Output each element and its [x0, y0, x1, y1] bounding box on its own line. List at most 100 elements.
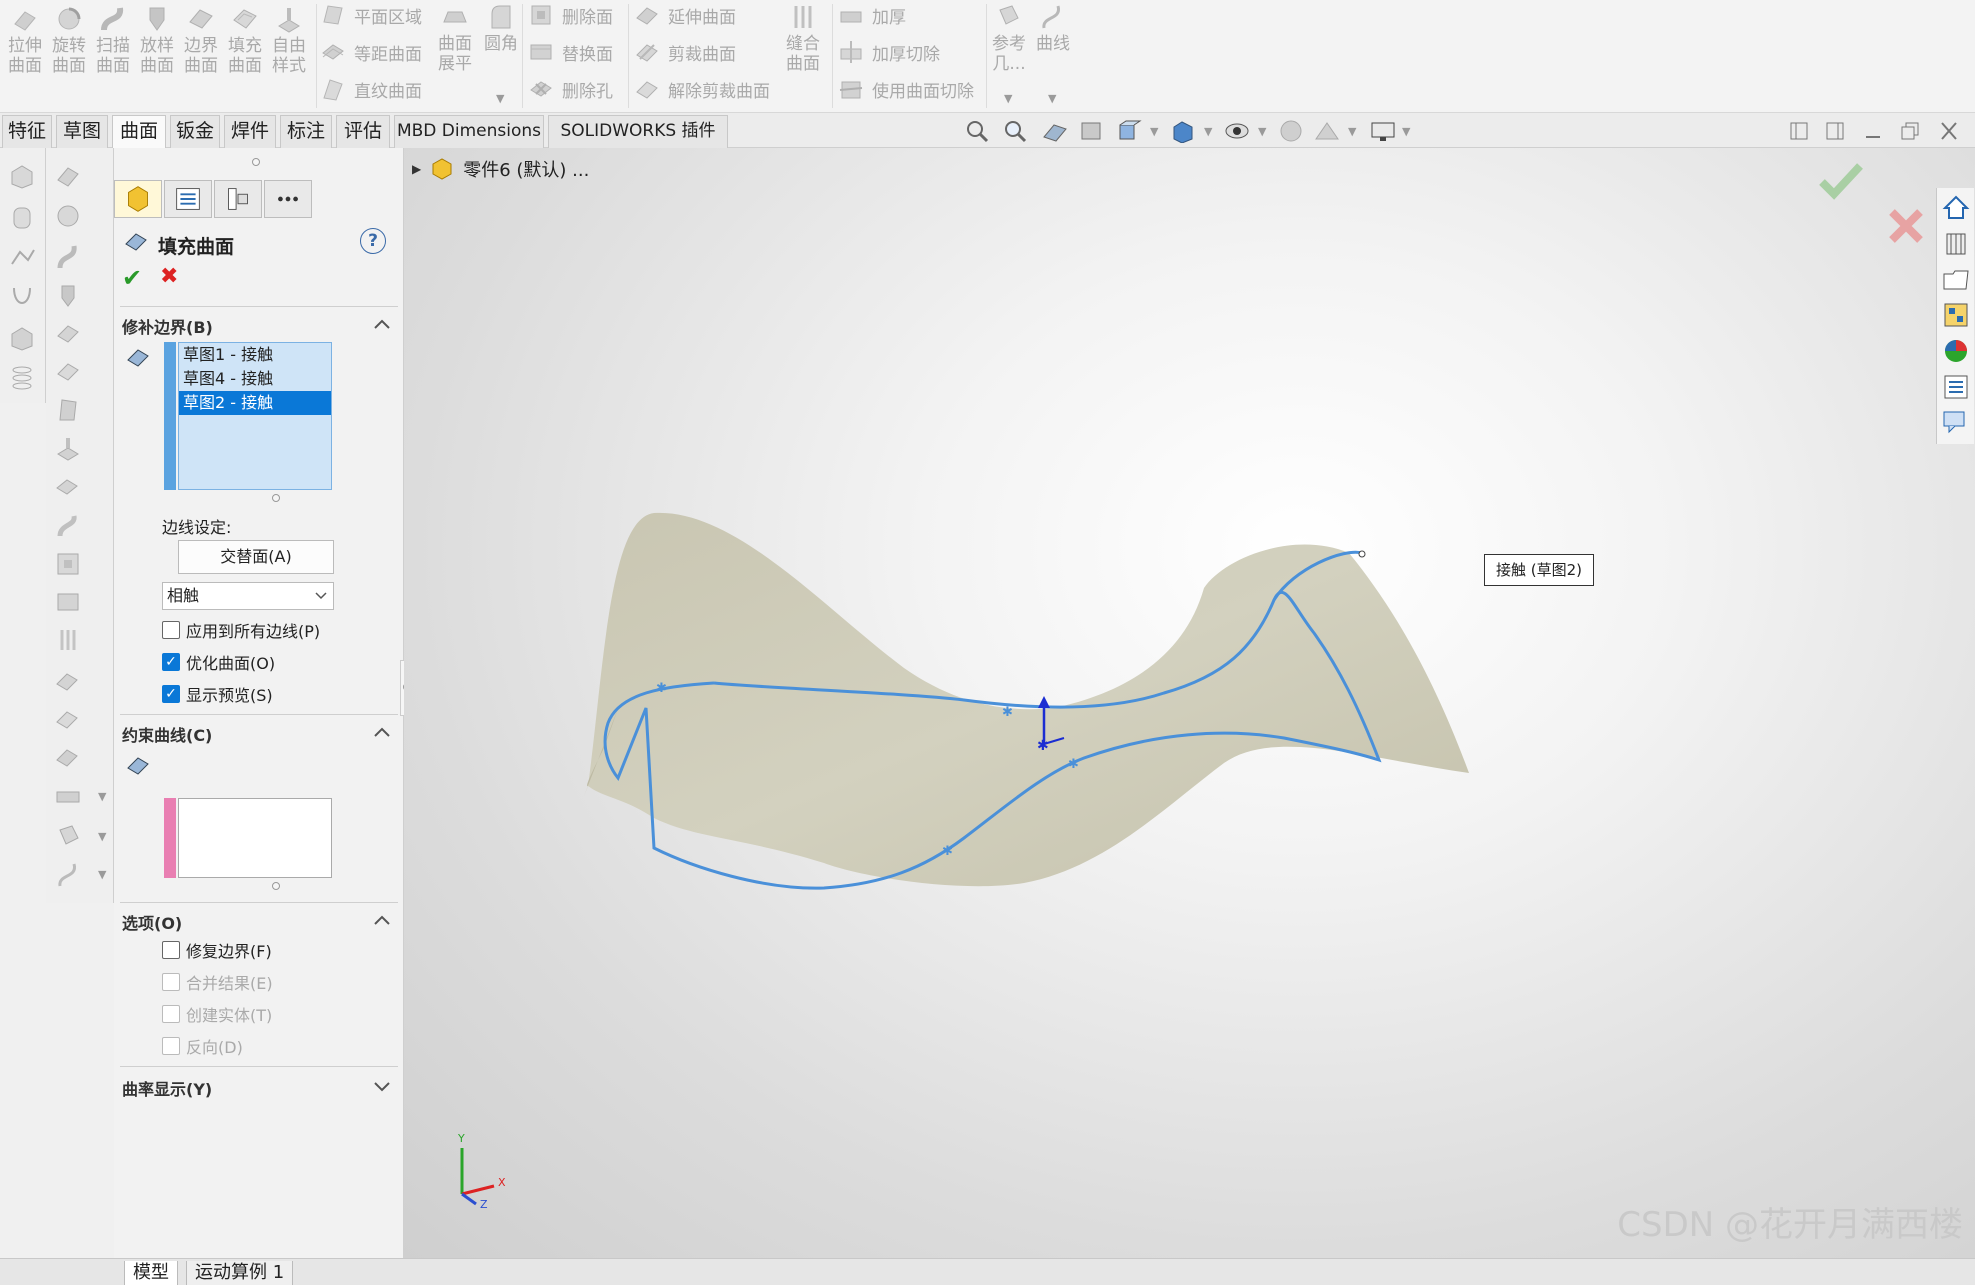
- home-icon[interactable]: [1941, 192, 1971, 222]
- restore-icon[interactable]: [1898, 119, 1922, 143]
- boundary-selection-list[interactable]: 草图1 - 接触 草图4 - 接触 草图2 - 接触: [178, 342, 332, 490]
- extend-surface-icon[interactable]: [54, 668, 82, 696]
- delete-hole-button[interactable]: 删除孔: [528, 76, 613, 102]
- caret-down-icon[interactable]: ▼: [1150, 125, 1158, 138]
- loft-surface-button[interactable]: 放样 曲面: [140, 4, 174, 76]
- list-resize-handle[interactable]: [272, 882, 280, 890]
- caret-down-icon[interactable]: ▼: [1204, 125, 1212, 138]
- fill-surface-button[interactable]: 填充 曲面: [228, 4, 262, 76]
- extrude-surface-button[interactable]: 拉伸 曲面: [8, 4, 42, 76]
- caret-down-icon[interactable]: ▼: [1402, 125, 1410, 138]
- fillet-button[interactable]: 圆角: [484, 2, 518, 54]
- tab-property-manager[interactable]: [164, 180, 212, 218]
- caret-down-icon[interactable]: ▼: [98, 830, 106, 843]
- graphics-area[interactable]: ▶ 零件6 (默认) ... ✱ ✱ ✱ ✱ ✱ 接触 (草图2) Y X Z …: [404, 148, 1975, 1258]
- minimize-icon[interactable]: [1862, 119, 1884, 143]
- tile-left-icon[interactable]: [1788, 119, 1810, 143]
- curves-button[interactable]: 曲线: [1036, 2, 1070, 54]
- edit-appearance-icon[interactable]: [1276, 119, 1306, 143]
- caret-down-icon[interactable]: ▼: [98, 790, 106, 803]
- caret-down-icon[interactable]: ▼: [496, 92, 504, 105]
- hide-show-items-icon[interactable]: [1222, 119, 1252, 143]
- chevron-up-icon[interactable]: [373, 914, 391, 926]
- thicken-icon[interactable]: [54, 782, 82, 810]
- tab-mbd-dimensions[interactable]: MBD Dimensions: [394, 115, 544, 148]
- fill-surface-icon[interactable]: [54, 358, 82, 386]
- view-palette-icon[interactable]: [1941, 300, 1971, 330]
- caret-down-icon[interactable]: ▼: [98, 868, 106, 881]
- tab-solidworks-addins[interactable]: SOLIDWORKS 插件: [548, 115, 728, 148]
- close-icon[interactable]: [1938, 119, 1960, 143]
- section-options-header[interactable]: 选项(O): [122, 910, 182, 934]
- zoom-to-fit-icon[interactable]: [964, 119, 990, 143]
- callout-label[interactable]: 接触 (草图2): [1484, 554, 1594, 586]
- splitter-handle[interactable]: [252, 158, 260, 166]
- caret-down-icon[interactable]: ▼: [1348, 125, 1356, 138]
- sketch-box-icon[interactable]: [8, 162, 36, 190]
- curves-icon[interactable]: [54, 860, 82, 888]
- tile-right-icon[interactable]: [1824, 119, 1846, 143]
- sketch-cylinder-icon[interactable]: [8, 204, 36, 232]
- delete-face-button[interactable]: 删除面: [528, 2, 613, 28]
- loft-surface-icon[interactable]: [54, 282, 82, 310]
- extrude-surface-icon[interactable]: [54, 162, 82, 190]
- planar-region-button[interactable]: 平面区域: [320, 2, 422, 28]
- knit-surface-button[interactable]: 缝合 曲面: [786, 2, 820, 74]
- show-preview-checkbox[interactable]: ✓ 显示预览(S): [162, 682, 273, 706]
- tab-sheet-metal[interactable]: 钣金: [170, 115, 220, 148]
- list-item[interactable]: 草图4 - 接触: [179, 367, 331, 391]
- chevron-down-icon[interactable]: [373, 1080, 391, 1092]
- checkbox-box[interactable]: ✓: [162, 653, 180, 671]
- tab-feature-manager[interactable]: [114, 180, 162, 218]
- curvature-control-select[interactable]: 相触: [162, 582, 334, 610]
- boundary-endpoint[interactable]: [1358, 550, 1366, 558]
- custom-properties-icon[interactable]: [1941, 372, 1971, 402]
- section-curvature-display-header[interactable]: 曲率显示(Y): [122, 1076, 212, 1100]
- constraint-curves-list[interactable]: [178, 798, 332, 878]
- reference-geometry-button[interactable]: 参考 几...: [992, 2, 1026, 74]
- control-point[interactable]: ✱: [1002, 705, 1013, 720]
- cut-with-surface-button[interactable]: 使用曲面切除: [838, 76, 974, 102]
- flatten-surface-button[interactable]: 曲面 展平: [438, 2, 472, 74]
- extend-surface-button[interactable]: 延伸曲面: [634, 2, 736, 28]
- sketch-line-icon[interactable]: [8, 244, 36, 272]
- tab-evaluate[interactable]: 评估: [336, 115, 390, 148]
- tab-model[interactable]: 模型: [124, 1261, 178, 1285]
- chevron-up-icon[interactable]: [373, 726, 391, 738]
- sketch-solid-icon[interactable]: [8, 324, 36, 352]
- trim-surface-button[interactable]: 剪裁曲面: [634, 39, 736, 65]
- thicken-button[interactable]: 加厚: [838, 2, 906, 28]
- trim-surface-icon[interactable]: [54, 706, 82, 734]
- reference-geometry-icon[interactable]: [54, 822, 82, 850]
- tab-configuration-manager[interactable]: [214, 180, 262, 218]
- view-settings-icon[interactable]: [1368, 119, 1398, 143]
- sweep-surface-button[interactable]: 扫描 曲面: [96, 4, 130, 76]
- tab-sketch[interactable]: 草图: [56, 115, 108, 148]
- tab-weldments[interactable]: 焊件: [224, 115, 276, 148]
- cancel-button[interactable]: ✖: [160, 264, 178, 289]
- freeform-button[interactable]: 自由 样式: [272, 4, 306, 76]
- list-item[interactable]: 草图1 - 接触: [179, 343, 331, 367]
- list-item[interactable]: 草图2 - 接触: [179, 391, 331, 415]
- section-view-icon[interactable]: [1078, 119, 1108, 143]
- boundary-surface-icon[interactable]: [54, 320, 82, 348]
- view-orientation-icon[interactable]: [1114, 119, 1144, 143]
- folder-icon[interactable]: [1941, 264, 1971, 294]
- control-point[interactable]: ✱: [942, 844, 953, 859]
- checkbox-box[interactable]: [162, 941, 180, 959]
- optimize-surface-checkbox[interactable]: ✓ 优化曲面(O): [162, 650, 275, 674]
- freeform-icon[interactable]: [54, 434, 82, 462]
- sketch-curve-icon[interactable]: [8, 284, 36, 312]
- list-resize-handle[interactable]: [272, 494, 280, 502]
- offset-surface-icon[interactable]: [54, 474, 82, 502]
- boundary-surface-button[interactable]: 边界 曲面: [184, 4, 218, 76]
- checkbox-box[interactable]: [162, 621, 180, 639]
- replace-face-button[interactable]: 替换面: [528, 39, 613, 65]
- fix-boundary-checkbox[interactable]: 修复边界(F): [162, 938, 272, 962]
- untrim-surface-icon[interactable]: [54, 744, 82, 772]
- delete-face-icon[interactable]: [54, 550, 82, 578]
- untrim-surface-button[interactable]: 解除剪裁曲面: [634, 76, 770, 102]
- display-style-icon[interactable]: [1168, 119, 1198, 143]
- resources-icon[interactable]: [1941, 228, 1971, 258]
- sweep-surface-icon[interactable]: [54, 242, 82, 270]
